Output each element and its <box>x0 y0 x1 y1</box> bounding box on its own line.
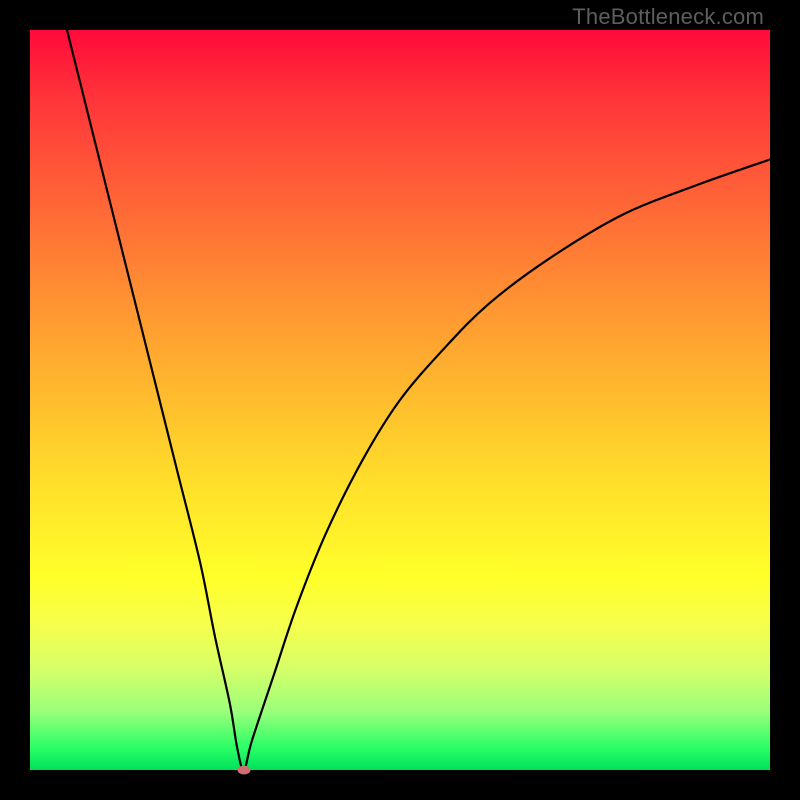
minimum-marker <box>237 766 250 775</box>
watermark-text: TheBottleneck.com <box>572 4 764 30</box>
chart-frame: TheBottleneck.com <box>0 0 800 800</box>
bottleneck-curve <box>30 30 770 770</box>
plot-area <box>30 30 770 770</box>
